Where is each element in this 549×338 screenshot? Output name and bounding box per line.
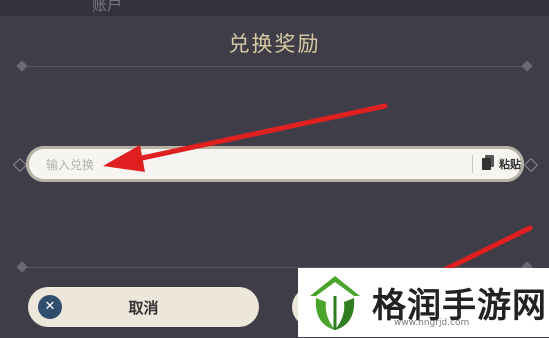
watermark: 格润手游网 www.hngrjd.com [298,268,549,337]
annotation-arrow [437,225,533,275]
watermark-url: www.hngrjd.com [394,318,470,328]
annotation-arrow [103,103,388,172]
leaf-logo-icon [304,272,366,338]
